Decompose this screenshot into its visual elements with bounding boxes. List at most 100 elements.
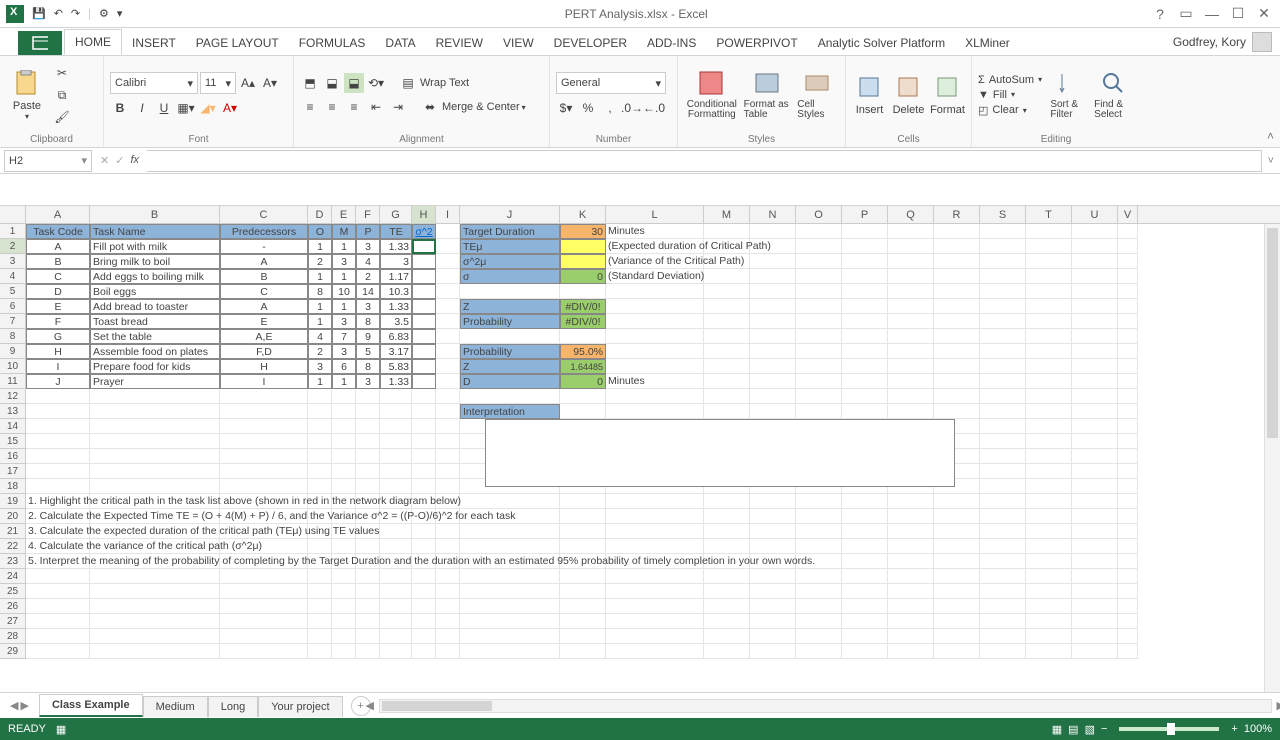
cell[interactable]: [980, 344, 1026, 359]
col-head-t[interactable]: T: [1026, 206, 1072, 223]
task-name[interactable]: Prayer: [90, 374, 220, 389]
cell[interactable]: [1072, 254, 1118, 269]
row-head[interactable]: 25: [0, 584, 26, 599]
task-sigma2[interactable]: [412, 344, 436, 359]
cell[interactable]: [1026, 464, 1072, 479]
cell[interactable]: [412, 479, 436, 494]
cell[interactable]: [842, 314, 888, 329]
cell[interactable]: [26, 614, 90, 629]
cell[interactable]: [1072, 224, 1118, 239]
task-name[interactable]: Bring milk to boil: [90, 254, 220, 269]
font-color-icon[interactable]: A▾: [220, 98, 240, 118]
inc-decimal-icon[interactable]: .0→: [622, 98, 642, 118]
cell[interactable]: [1026, 614, 1072, 629]
cell[interactable]: [1026, 644, 1072, 659]
cell[interactable]: [934, 494, 980, 509]
cell[interactable]: [220, 389, 308, 404]
cell[interactable]: [888, 374, 934, 389]
cell[interactable]: [980, 404, 1026, 419]
cell[interactable]: [412, 599, 436, 614]
cell[interactable]: [380, 449, 412, 464]
task-name[interactable]: Fill pot with milk: [90, 239, 220, 254]
cell[interactable]: [842, 554, 888, 569]
cell[interactable]: [606, 509, 704, 524]
cell[interactable]: [934, 344, 980, 359]
cell[interactable]: [356, 434, 380, 449]
format-cells-button[interactable]: Format: [930, 63, 965, 127]
cell[interactable]: [436, 539, 460, 554]
cell[interactable]: [332, 629, 356, 644]
header-te[interactable]: TE: [380, 224, 412, 239]
cell[interactable]: [26, 584, 90, 599]
cell[interactable]: [436, 614, 460, 629]
row-head[interactable]: 3: [0, 254, 26, 269]
cell[interactable]: [750, 299, 796, 314]
cell[interactable]: [90, 464, 220, 479]
cell[interactable]: [750, 539, 796, 554]
cell[interactable]: [1026, 254, 1072, 269]
task-pred[interactable]: B: [220, 269, 308, 284]
task-name[interactable]: Boil eggs: [90, 284, 220, 299]
row-head[interactable]: 8: [0, 329, 26, 344]
task-name[interactable]: Add bread to toaster: [90, 299, 220, 314]
cell[interactable]: [1072, 599, 1118, 614]
cell[interactable]: [220, 464, 308, 479]
cell[interactable]: [356, 404, 380, 419]
cell[interactable]: [1118, 479, 1138, 494]
percent-icon[interactable]: %: [578, 98, 598, 118]
cell[interactable]: [332, 419, 356, 434]
cell[interactable]: [842, 239, 888, 254]
cell[interactable]: [1118, 314, 1138, 329]
cell[interactable]: [980, 359, 1026, 374]
cell[interactable]: [888, 509, 934, 524]
cell[interactable]: (Standard Deviation): [606, 269, 704, 284]
task-m[interactable]: 1: [332, 374, 356, 389]
select-all-corner[interactable]: [0, 206, 26, 223]
cell[interactable]: [1118, 359, 1138, 374]
cell[interactable]: [1026, 569, 1072, 584]
format-painter-icon[interactable]: 🖌: [52, 107, 72, 127]
cell[interactable]: [380, 629, 412, 644]
header-m[interactable]: M: [332, 224, 356, 239]
redo-icon[interactable]: ↷: [71, 7, 80, 20]
cell[interactable]: [1118, 449, 1138, 464]
collapse-ribbon-icon[interactable]: ˄: [1267, 129, 1274, 143]
task-name[interactable]: Prepare food for kids: [90, 359, 220, 374]
col-head-b[interactable]: B: [90, 206, 220, 223]
target-duration-label[interactable]: Target Duration: [460, 224, 560, 239]
cell[interactable]: [26, 419, 90, 434]
task-o[interactable]: 1: [308, 269, 332, 284]
cell[interactable]: [1072, 524, 1118, 539]
cell[interactable]: [332, 434, 356, 449]
undo-icon[interactable]: ↶: [54, 7, 63, 20]
cell[interactable]: [460, 539, 560, 554]
task-code[interactable]: E: [26, 299, 90, 314]
task-te[interactable]: 1.33: [380, 299, 412, 314]
cell[interactable]: [796, 359, 842, 374]
cell[interactable]: [436, 269, 460, 284]
cell[interactable]: [934, 314, 980, 329]
view-normal-icon[interactable]: ▦: [1052, 723, 1062, 736]
col-head-d[interactable]: D: [308, 206, 332, 223]
cell[interactable]: [888, 224, 934, 239]
align-center-icon[interactable]: ≡: [322, 97, 342, 117]
col-head-h[interactable]: H: [412, 206, 436, 223]
cell[interactable]: [606, 329, 704, 344]
cell[interactable]: [888, 494, 934, 509]
cell[interactable]: [934, 569, 980, 584]
task-code[interactable]: B: [26, 254, 90, 269]
cell[interactable]: [380, 614, 412, 629]
view-page-icon[interactable]: ▤: [1068, 723, 1078, 736]
cell[interactable]: [356, 629, 380, 644]
cell[interactable]: [436, 569, 460, 584]
cell[interactable]: [888, 629, 934, 644]
border-icon[interactable]: ▦▾: [176, 98, 196, 118]
cell[interactable]: [842, 614, 888, 629]
task-te[interactable]: 5.83: [380, 359, 412, 374]
sheet-tab-your-project[interactable]: Your project: [258, 696, 342, 717]
cell[interactable]: [1026, 224, 1072, 239]
cell[interactable]: [842, 329, 888, 344]
cell[interactable]: [436, 524, 460, 539]
cell[interactable]: Probability: [460, 344, 560, 359]
row-head[interactable]: 26: [0, 599, 26, 614]
